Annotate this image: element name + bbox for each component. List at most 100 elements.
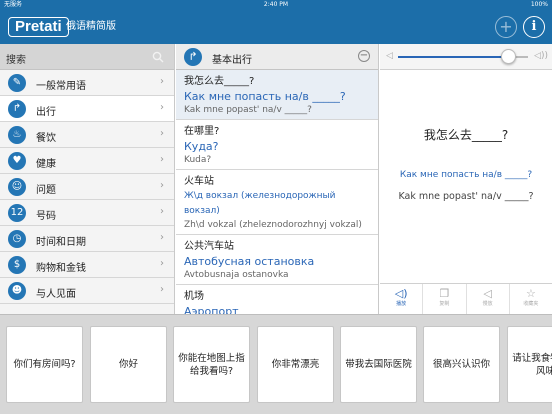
- sidebar-item-label: 出行: [36, 107, 56, 118]
- detail-chinese: 我怎么去_____?: [423, 128, 509, 142]
- tool-label: 收藏夹: [523, 301, 539, 307]
- sidebar-item-label: 号码: [36, 211, 56, 222]
- sidebar-item-label: 餐饮: [36, 133, 56, 144]
- sidebar-item-label: 与人见面: [36, 289, 76, 300]
- phrase-card[interactable]: 很高兴认识你: [423, 326, 500, 403]
- phrase-list: 我怎么去_____? Как мне попасть на/в _____? Kak…: [176, 70, 378, 314]
- chevron-right-icon: ›: [160, 258, 164, 269]
- phrase-transliteration: Zh\d vokzal (zheleznodorozhnyj vokzal): [184, 220, 362, 230]
- phrase-chinese: 机场: [184, 291, 204, 302]
- numbers-icon: 12: [8, 204, 26, 222]
- collapse-icon[interactable]: −: [358, 50, 370, 62]
- phrase-row[interactable]: 公共汽车站 Автобусная остановка Avtobusnaja ost…: [176, 235, 378, 285]
- search-label: 搜索: [6, 55, 26, 66]
- tool-button[interactable]: ❐ 复制: [423, 284, 467, 314]
- app-subtitle: 俄语精简版: [66, 21, 116, 32]
- people-icon: ☻: [8, 282, 26, 300]
- cup-icon: ♥: [8, 152, 26, 170]
- tool-label: 复制: [439, 301, 450, 307]
- phrase-card[interactable]: 带我去国际医院: [340, 326, 417, 403]
- phrase-row[interactable]: 在哪里? Куда? Kuda?: [176, 120, 378, 170]
- sidebar-item[interactable]: $ 购物和金钱 ›: [0, 252, 174, 278]
- phrase-russian: Куда?: [184, 140, 219, 153]
- slow-speaker-icon: ◁: [483, 287, 492, 300]
- pen-icon: ✎: [8, 74, 26, 92]
- phrase-list-panel: ↱ 基本出行 − 我怎么去_____? Как мне попасть на/в …: [176, 44, 379, 314]
- turn-arrow-icon: ↱: [184, 48, 202, 66]
- tool-button[interactable]: ◁ 慢放: [467, 284, 510, 314]
- speaker-icon: ◁): [394, 287, 408, 300]
- sidebar-item-label: 一般常用语: [36, 81, 86, 92]
- category-sidebar: 搜索 ✎ 一般常用语 › ↱ 出行 › ♨ 餐饮 › ♥ 健康 › ☺ 问题 › 12 号码 › ◷ 时间和日期 › $ 购…: [0, 44, 175, 314]
- chevron-right-icon: ›: [160, 128, 164, 139]
- sidebar-item[interactable]: ♥ 健康 ›: [0, 148, 174, 174]
- chevron-right-icon: ›: [160, 154, 164, 165]
- sidebar-item-label: 健康: [36, 159, 56, 170]
- phrase-russian: Ж\д вокзал (железнодорожный вокзал): [184, 191, 336, 216]
- smile-icon: ☺: [8, 178, 26, 196]
- sidebar-item[interactable]: ◷ 时间和日期 ›: [0, 226, 174, 252]
- sidebar-item[interactable]: ☺ 问题 ›: [0, 174, 174, 200]
- phrase-transliteration: Kak mne popast' na/v _____?: [184, 105, 312, 115]
- app-logo: Pretati: [8, 17, 69, 37]
- speaker-low-icon: ◁: [386, 51, 393, 61]
- volume-bar: ◁ ◁)): [380, 44, 552, 70]
- chevron-right-icon: ›: [160, 102, 164, 113]
- sidebar-item[interactable]: ↱ 出行 ›: [0, 96, 174, 122]
- detail-transliteration: Kak mne popast' na/v _____?: [398, 191, 534, 202]
- phrase-chinese: 火车站: [184, 176, 214, 187]
- speaker-high-icon: ◁)): [534, 51, 548, 61]
- phrase-row[interactable]: 我怎么去_____? Как мне попасть на/в _____? Kak…: [176, 70, 378, 120]
- recent-phrase-cards: 你们有房间吗? 你好 你能在地图上指给我看吗? 你非常漂亮 带我去国际医院 很高兴认识你请…: [0, 314, 552, 414]
- chevron-right-icon: ›: [160, 232, 164, 243]
- turn-arrow-icon: ↱: [8, 100, 26, 118]
- phrase-russian: Как мне попасть на/в _____?: [184, 90, 346, 103]
- sidebar-item-label: 问题: [36, 185, 56, 196]
- phrase-list-title: 基本出行: [212, 55, 252, 66]
- phrase-card[interactable]: 你好: [90, 326, 167, 403]
- shopping-icon: $: [8, 256, 26, 274]
- status-bar: 无服务 2:40 PM 100%: [0, 0, 552, 10]
- phrase-transliteration: Kuda?: [184, 155, 212, 165]
- fork-icon: ♨: [8, 126, 26, 144]
- phrase-card[interactable]: 你们有房间吗?: [6, 326, 83, 403]
- battery-label: 100%: [530, 1, 548, 8]
- phrase-row[interactable]: 火车站 Ж\д вокзал (железнодорожный вокзал) Zh…: [176, 170, 378, 235]
- chevron-right-icon: ›: [160, 180, 164, 191]
- chevron-right-icon: ›: [160, 284, 164, 295]
- phrase-chinese: 在哪里?: [184, 126, 220, 137]
- phrase-detail-panel: ◁ ◁)) 我怎么去_____? Как мне попасть на/в __…: [380, 44, 552, 314]
- sidebar-item[interactable]: ☻ 与人见面 ›: [0, 278, 174, 304]
- phrase-russian: Автобусная остановка: [184, 255, 315, 268]
- app-root: 无服务 2:40 PM 100% Pretati 俄语精简版 + i 搜索 ✎ 一…: [0, 0, 552, 414]
- phrase-transliteration: Avtobusnaja ostanovka: [184, 270, 289, 280]
- sidebar-item-label: 购物和金钱: [36, 263, 86, 274]
- phrase-chinese: 我怎么去_____?: [184, 76, 255, 87]
- sidebar-item[interactable]: 12 号码 ›: [0, 200, 174, 226]
- phrase-row[interactable]: 机场 Аэропорт: [176, 285, 378, 314]
- star-icon: ☆: [525, 287, 536, 300]
- tool-button[interactable]: ◁) 播放: [380, 284, 424, 314]
- sidebar-item[interactable]: ♨ 餐饮 ›: [0, 122, 174, 148]
- plus-icon[interactable]: +: [495, 16, 517, 38]
- status-time: 2:40 PM: [263, 1, 289, 8]
- sidebar-item[interactable]: ✎ 一般常用语 ›: [0, 70, 174, 96]
- volume-slider-knob[interactable]: [501, 49, 516, 64]
- app-header: Pretati 俄语精简版 + i: [0, 10, 552, 44]
- tool-label: 播放: [396, 301, 407, 307]
- clock-icon: ◷: [8, 230, 26, 248]
- phrase-list-header: ↱ 基本出行 −: [176, 44, 378, 70]
- phrase-card[interactable]: 你能在地图上指给我看吗?: [173, 326, 250, 403]
- search-icon[interactable]: [152, 51, 164, 63]
- tool-label: 慢放: [482, 301, 493, 307]
- detail-russian: Как мне попасть на/в _____?: [399, 170, 533, 180]
- phrase-card[interactable]: 请让我食物辛辣风味: [507, 326, 552, 403]
- phrase-chinese: 公共汽车站: [184, 241, 234, 252]
- search-bar[interactable]: 搜索: [0, 44, 174, 70]
- info-icon[interactable]: i: [523, 16, 545, 38]
- sidebar-item-label: 时间和日期: [36, 237, 86, 248]
- copy-icon: ❐: [439, 287, 450, 300]
- tool-button[interactable]: ☆ 收藏夹: [510, 284, 552, 314]
- chevron-right-icon: ›: [160, 206, 164, 217]
- phrase-card[interactable]: 你非常漂亮: [257, 326, 334, 403]
